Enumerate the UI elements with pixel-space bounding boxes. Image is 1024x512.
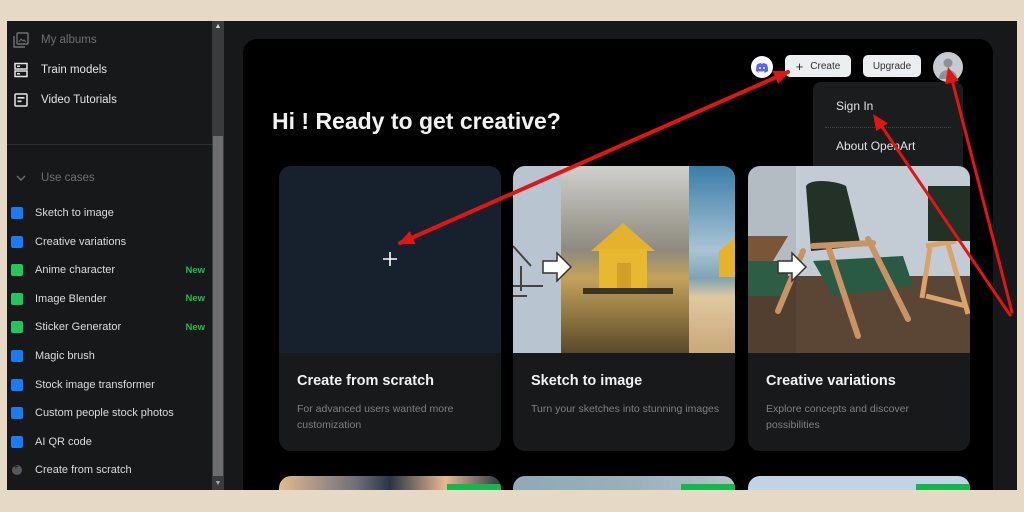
sidebar-use-case-item[interactable]: Magic brush: [7, 344, 212, 368]
create-button-label: Create: [810, 60, 841, 72]
use-cases-toggle[interactable]: Use cases: [7, 165, 212, 191]
card-title: Create from scratch: [297, 373, 434, 389]
use-case-color-icon: [11, 350, 23, 362]
card-title: Creative variations: [766, 373, 896, 389]
card-sketch-to-image[interactable]: Sketch to image Turn your sketches into …: [513, 166, 735, 451]
green-badge: [447, 484, 501, 490]
new-badge: New: [185, 321, 205, 333]
scroll-thumb[interactable]: [213, 136, 223, 476]
card-row2-item[interactable]: [513, 476, 735, 490]
menu-item-about-openart[interactable]: About OpenArt: [836, 139, 915, 153]
card-description: For advanced users wanted more customiza…: [297, 403, 454, 431]
use-case-label: Anime character: [35, 264, 116, 277]
use-case-label: Custom people stock photos: [35, 407, 174, 420]
train-models-icon: [13, 62, 29, 78]
green-badge: [681, 484, 735, 490]
use-case-color-icon: [11, 264, 23, 277]
plus-icon: [382, 251, 398, 267]
album-icon: [13, 32, 29, 48]
use-cases-header: Use cases: [41, 172, 95, 184]
card-title: Sketch to image: [531, 373, 643, 389]
sidebar-scrollbar[interactable]: ▲ ▼: [212, 21, 224, 490]
use-case-label: AI QR code: [35, 435, 92, 448]
sidebar-use-case-item[interactable]: Stock image transformer: [7, 373, 212, 397]
sidebar-item-train-models[interactable]: Train models: [7, 57, 212, 83]
sidebar-use-case-item[interactable]: AI QR code: [7, 430, 212, 454]
discord-button[interactable]: [751, 56, 773, 78]
menu-item-sign-in[interactable]: Sign In: [836, 99, 873, 113]
card-create-from-scratch[interactable]: Create from scratch For advanced users w…: [279, 166, 501, 451]
use-case-label: Sketch to image: [35, 207, 114, 219]
sidebar-use-case-item[interactable]: Creative variations: [7, 230, 212, 254]
new-badge: New: [185, 264, 205, 276]
page-title: Hi ! Ready to get creative?: [272, 108, 561, 134]
sidebar: My albums Train models Video Tutorials U…: [7, 21, 212, 490]
use-case-color-icon: [11, 407, 23, 420]
sidebar-item-video-tutorials[interactable]: Video Tutorials: [7, 87, 212, 113]
main-panel: Hi ! Ready to get creative? + Create Upg…: [243, 39, 993, 490]
use-case-color-icon: [11, 235, 23, 248]
create-button[interactable]: + Create: [785, 55, 851, 77]
sidebar-item-label: Video Tutorials: [41, 94, 117, 106]
scroll-down-arrow-icon[interactable]: ▼: [212, 478, 224, 490]
use-case-color-icon: [11, 435, 23, 448]
use-case-label: Creative variations: [35, 235, 127, 248]
use-case-color-icon: [11, 378, 23, 391]
card-description: Explore concepts and discover possibilit…: [766, 403, 909, 431]
card-thumbnail: [279, 166, 501, 353]
use-case-label: Stock image transformer: [35, 378, 155, 391]
use-case-color-icon: [11, 292, 23, 305]
menu-divider: [825, 127, 951, 128]
card-row2-item[interactable]: [279, 476, 501, 490]
use-case-color-icon: [11, 321, 23, 334]
use-case-color-icon: [11, 207, 23, 219]
sidebar-item-my-albums[interactable]: My albums: [7, 27, 212, 53]
card-row2-item[interactable]: [748, 476, 970, 490]
upgrade-button[interactable]: Upgrade: [863, 55, 921, 77]
app-window: My albums Train models Video Tutorials U…: [7, 21, 1017, 490]
sidebar-use-case-item[interactable]: Sketch to image: [7, 201, 212, 225]
sidebar-use-case-item[interactable]: Custom people stock photos: [7, 401, 212, 425]
sidebar-item-label: My albums: [41, 34, 97, 46]
card-thumbnail: [748, 166, 970, 353]
sidebar-use-case-item[interactable]: Image Blender New: [7, 287, 212, 311]
avatar[interactable]: [933, 52, 963, 82]
new-badge: New: [185, 293, 205, 305]
sidebar-use-case-item[interactable]: Anime character New: [7, 258, 212, 282]
user-icon: [933, 52, 963, 82]
sidebar-use-case-item[interactable]: Create from scratch: [7, 458, 212, 482]
plus-icon: +: [795, 58, 804, 74]
add-circle-icon: [12, 462, 22, 476]
card-creative-variations[interactable]: Creative variations Explore concepts and…: [748, 166, 970, 451]
sidebar-divider: [7, 144, 212, 145]
video-tutorials-icon: [13, 92, 29, 108]
use-case-label: Sticker Generator: [35, 321, 122, 334]
scroll-up-arrow-icon[interactable]: ▲: [212, 21, 224, 33]
card-thumbnail: [513, 166, 735, 353]
discord-icon: [755, 62, 769, 73]
chevron-down-icon: [13, 170, 29, 186]
account-dropdown-menu: Sign In About OpenArt: [813, 82, 963, 172]
green-badge: [916, 484, 970, 490]
sidebar-use-case-item[interactable]: Sticker Generator New: [7, 315, 212, 339]
card-description: Turn your sketches into stunning images: [531, 403, 720, 415]
use-case-label: Create from scratch: [35, 464, 132, 477]
sidebar-item-label: Train models: [41, 64, 108, 76]
use-case-label: Image Blender: [35, 292, 107, 305]
use-case-label: Magic brush: [35, 350, 95, 362]
